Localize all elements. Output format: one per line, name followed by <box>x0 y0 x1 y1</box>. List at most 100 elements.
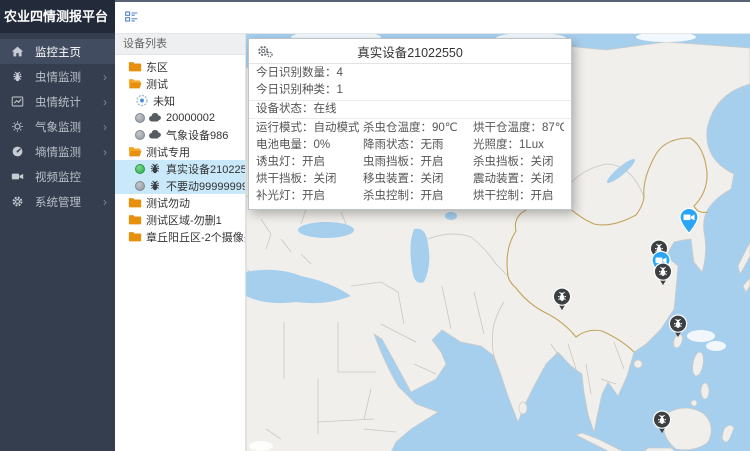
content: 设备列表 东区 测试 未知 <box>115 34 750 451</box>
popup-summary-row: 今日识别种类：1 <box>249 82 571 99</box>
popup-detail-cell: 杀虫控制：开启 <box>363 188 473 205</box>
weather-icon <box>11 120 24 133</box>
device-list-header: 设备列表 <box>115 34 245 55</box>
tree-item[interactable]: 真实设备21022550 <box>115 160 245 177</box>
tree-item[interactable]: 东区 <box>115 58 245 75</box>
tree-item-label: 气象设备986 <box>166 127 228 143</box>
main-area: 设备列表 东区 测试 未知 <box>115 0 750 451</box>
tree-item-label: 不要动99999999 <box>166 178 245 194</box>
sidebar-item[interactable]: 监控主页 › <box>0 39 115 64</box>
popup-detail-cell: 杀虫挡板：关闭 <box>473 154 564 171</box>
tree-item[interactable]: 测试勿动 <box>115 194 245 211</box>
popup-detail-cell: 补光灯：开启 <box>256 188 363 205</box>
sidebar-item[interactable]: 气象监测 › <box>0 114 115 139</box>
chevron-right-icon: › <box>103 121 107 133</box>
popup-detail-grid: 运行模式：自动模式杀虫仓温度：90℃烘干仓温度：87℃电池电量：0%降雨状态：无… <box>249 119 571 209</box>
popup-detail-cell: 移虫装置：关闭 <box>363 171 473 188</box>
popup-header: 真实设备21022550 <box>249 39 571 64</box>
world-map[interactable]: 真实设备21022550 今日识别数量：4今日识别种类：1 设备状态：在线 运行… <box>246 34 750 451</box>
folder-open-icon <box>128 145 142 158</box>
app-title: 农业四情测报平台 <box>0 0 115 33</box>
popup-title: 真实设备21022550 <box>273 42 547 61</box>
gear-icon <box>11 195 24 208</box>
chevron-right-icon: › <box>103 71 107 83</box>
popup-detail-cell: 烘干挡板：关闭 <box>256 171 363 188</box>
sidebar-item-label: 虫情统计 <box>35 94 103 110</box>
popup-detail-cell: 电池电量：0% <box>256 137 363 154</box>
status-label: 设备状态： <box>256 103 314 115</box>
popup-summary: 今日识别数量：4今日识别种类：1 <box>249 64 571 100</box>
status-icon <box>135 181 145 191</box>
popup-detail-cell: 虫雨挡板：开启 <box>363 154 473 171</box>
status-icon <box>135 113 145 123</box>
tree-item[interactable]: 不要动99999999 <box>115 177 245 194</box>
folder-open-icon <box>128 77 142 90</box>
popup-detail-cell: 降雨状态：无雨 <box>363 137 473 154</box>
cloud-icon <box>148 128 162 141</box>
chevron-right-icon: › <box>103 146 107 158</box>
bug-marker-icon[interactable] <box>669 314 688 338</box>
folder-closed-icon <box>128 60 142 73</box>
device-tree: 东区 测试 未知 20000002 <box>115 55 245 245</box>
popup-status-row: 设备状态：在线 <box>249 101 571 118</box>
tree-item-label: 测试 <box>146 76 168 92</box>
settings-gear-icon[interactable] <box>257 44 273 58</box>
folder-closed-icon <box>128 196 142 209</box>
sidebar-item-label: 监控主页 <box>35 44 103 60</box>
status-icon <box>135 130 145 140</box>
popup-detail-cell: 运行模式：自动模式 <box>256 120 363 137</box>
tree-item[interactable]: 测试 <box>115 75 245 92</box>
sidebar-item-label: 气象监测 <box>35 119 103 135</box>
cloud-icon <box>148 111 162 124</box>
tree-item-label: 东区 <box>146 59 168 75</box>
sidebar-item[interactable]: 系统管理 › <box>0 189 115 214</box>
sidebar-item-label: 视频监控 <box>35 169 103 185</box>
sidebar-item[interactable]: 墒情监测 › <box>0 139 115 164</box>
app-root: 农业四情测报平台 监控主页 › 虫情监测 › 虫情统计 › 气象监测 <box>0 0 750 451</box>
camera-pin-icon[interactable] <box>679 207 700 234</box>
tree-layout-icon[interactable] <box>125 10 145 26</box>
popup-detail-cell: 光照度：1Lux <box>473 137 564 154</box>
bug-marker-icon[interactable] <box>653 410 672 434</box>
tree-item[interactable]: 测试专用 <box>115 143 245 160</box>
sidebar-item[interactable]: 虫情监测 › <box>0 64 115 89</box>
sidebar-item[interactable]: 视频监控 › <box>0 164 115 189</box>
folder-closed-icon <box>128 230 142 243</box>
sidebar-menu: 监控主页 › 虫情监测 › 虫情统计 › 气象监测 › 墒情监测 <box>0 33 115 214</box>
insect-icon <box>148 179 162 192</box>
folder-closed-icon <box>128 213 142 226</box>
tree-item[interactable]: 测试区域-勿删1 <box>115 211 245 228</box>
bug-marker-icon[interactable] <box>654 262 673 286</box>
tree-item-label: 未知 <box>153 93 175 109</box>
sidebar-item-label: 墒情监测 <box>35 144 103 160</box>
sidebar: 农业四情测报平台 监控主页 › 虫情监测 › 虫情统计 › 气象监测 <box>0 0 115 451</box>
tree-item-label: 测试专用 <box>146 144 190 160</box>
tree-item-label: 测试勿动 <box>146 195 190 211</box>
tree-item[interactable]: 章丘阳丘区-2个摄像头 <box>115 228 245 245</box>
chevron-right-icon: › <box>103 96 107 108</box>
tree-item-label: 真实设备21022550 <box>166 161 245 177</box>
tree-item-label: 20000002 <box>166 112 215 124</box>
popup-summary-row: 今日识别数量：4 <box>249 65 571 82</box>
device-list-panel: 设备列表 东区 测试 未知 <box>115 34 246 451</box>
tree-item[interactable]: 20000002 <box>115 109 245 126</box>
device-info-popup: 真实设备21022550 今日识别数量：4今日识别种类：1 设备状态：在线 运行… <box>248 38 572 210</box>
bug-marker-icon[interactable] <box>553 287 572 311</box>
tree-item[interactable]: 气象设备986 <box>115 126 245 143</box>
sidebar-item-label: 虫情监测 <box>35 69 103 85</box>
status-value: 在线 <box>314 103 337 115</box>
insect-icon <box>148 162 162 175</box>
popup-detail-cell: 烘干控制：开启 <box>473 188 564 205</box>
popup-detail-cell: 震动装置：关闭 <box>473 171 564 188</box>
tree-item-label: 测试区域-勿删1 <box>146 212 222 228</box>
topbar <box>115 2 750 34</box>
bug-icon <box>11 70 24 83</box>
sidebar-item[interactable]: 虫情统计 › <box>0 89 115 114</box>
tree-item-label: 章丘阳丘区-2个摄像头 <box>146 229 245 245</box>
popup-detail-cell: 烘干仓温度：87℃ <box>473 120 564 137</box>
status-icon <box>135 164 145 174</box>
moisture-icon <box>11 145 24 158</box>
video-icon <box>11 170 24 183</box>
sidebar-item-label: 系统管理 <box>35 194 103 210</box>
tree-item[interactable]: 未知 <box>115 92 245 109</box>
